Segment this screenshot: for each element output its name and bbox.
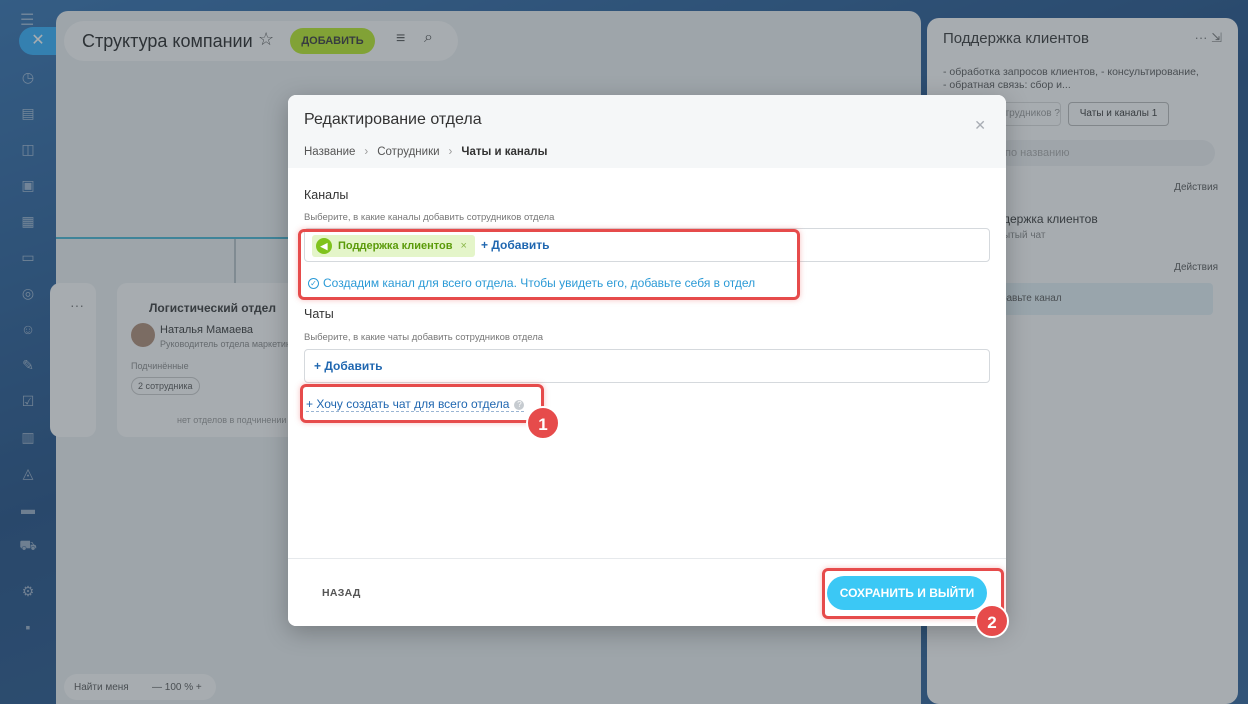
chats-title: Чаты [304, 307, 334, 321]
modal-header: Редактирование отдела ✕ Название › Сотрудн… [288, 95, 1006, 168]
channels-title: Каналы [304, 188, 349, 202]
highlight-channels [298, 229, 800, 300]
chats-hint: Выберите, в какие чаты добавить сотрудни… [304, 332, 544, 343]
highlight-create-chat [300, 384, 544, 423]
breadcrumb-chats-channels[interactable]: Чаты и каналы [461, 146, 547, 158]
channels-hint: Выберите, в какие каналы добавить сотруд… [304, 212, 555, 223]
breadcrumb-employees[interactable]: Сотрудники [377, 146, 439, 158]
breadcrumb-name[interactable]: Название [304, 146, 355, 158]
chevron-right-icon: › [364, 146, 369, 158]
chats-field[interactable]: + Добавить [304, 349, 990, 383]
chevron-right-icon: › [448, 146, 453, 158]
edit-department-modal: Редактирование отдела ✕ Название › Сотрудн… [288, 95, 1006, 626]
back-button[interactable]: НАЗАД [322, 587, 361, 599]
modal-title: Редактирование отдела [304, 111, 482, 128]
step-badge-2: 2 [975, 604, 1009, 638]
close-icon[interactable]: ✕ [974, 117, 986, 134]
add-chat-link[interactable]: + Добавить [314, 359, 382, 373]
step-badge-1: 1 [526, 406, 560, 440]
breadcrumb: Название › Сотрудники › Чаты и каналы [304, 146, 547, 158]
